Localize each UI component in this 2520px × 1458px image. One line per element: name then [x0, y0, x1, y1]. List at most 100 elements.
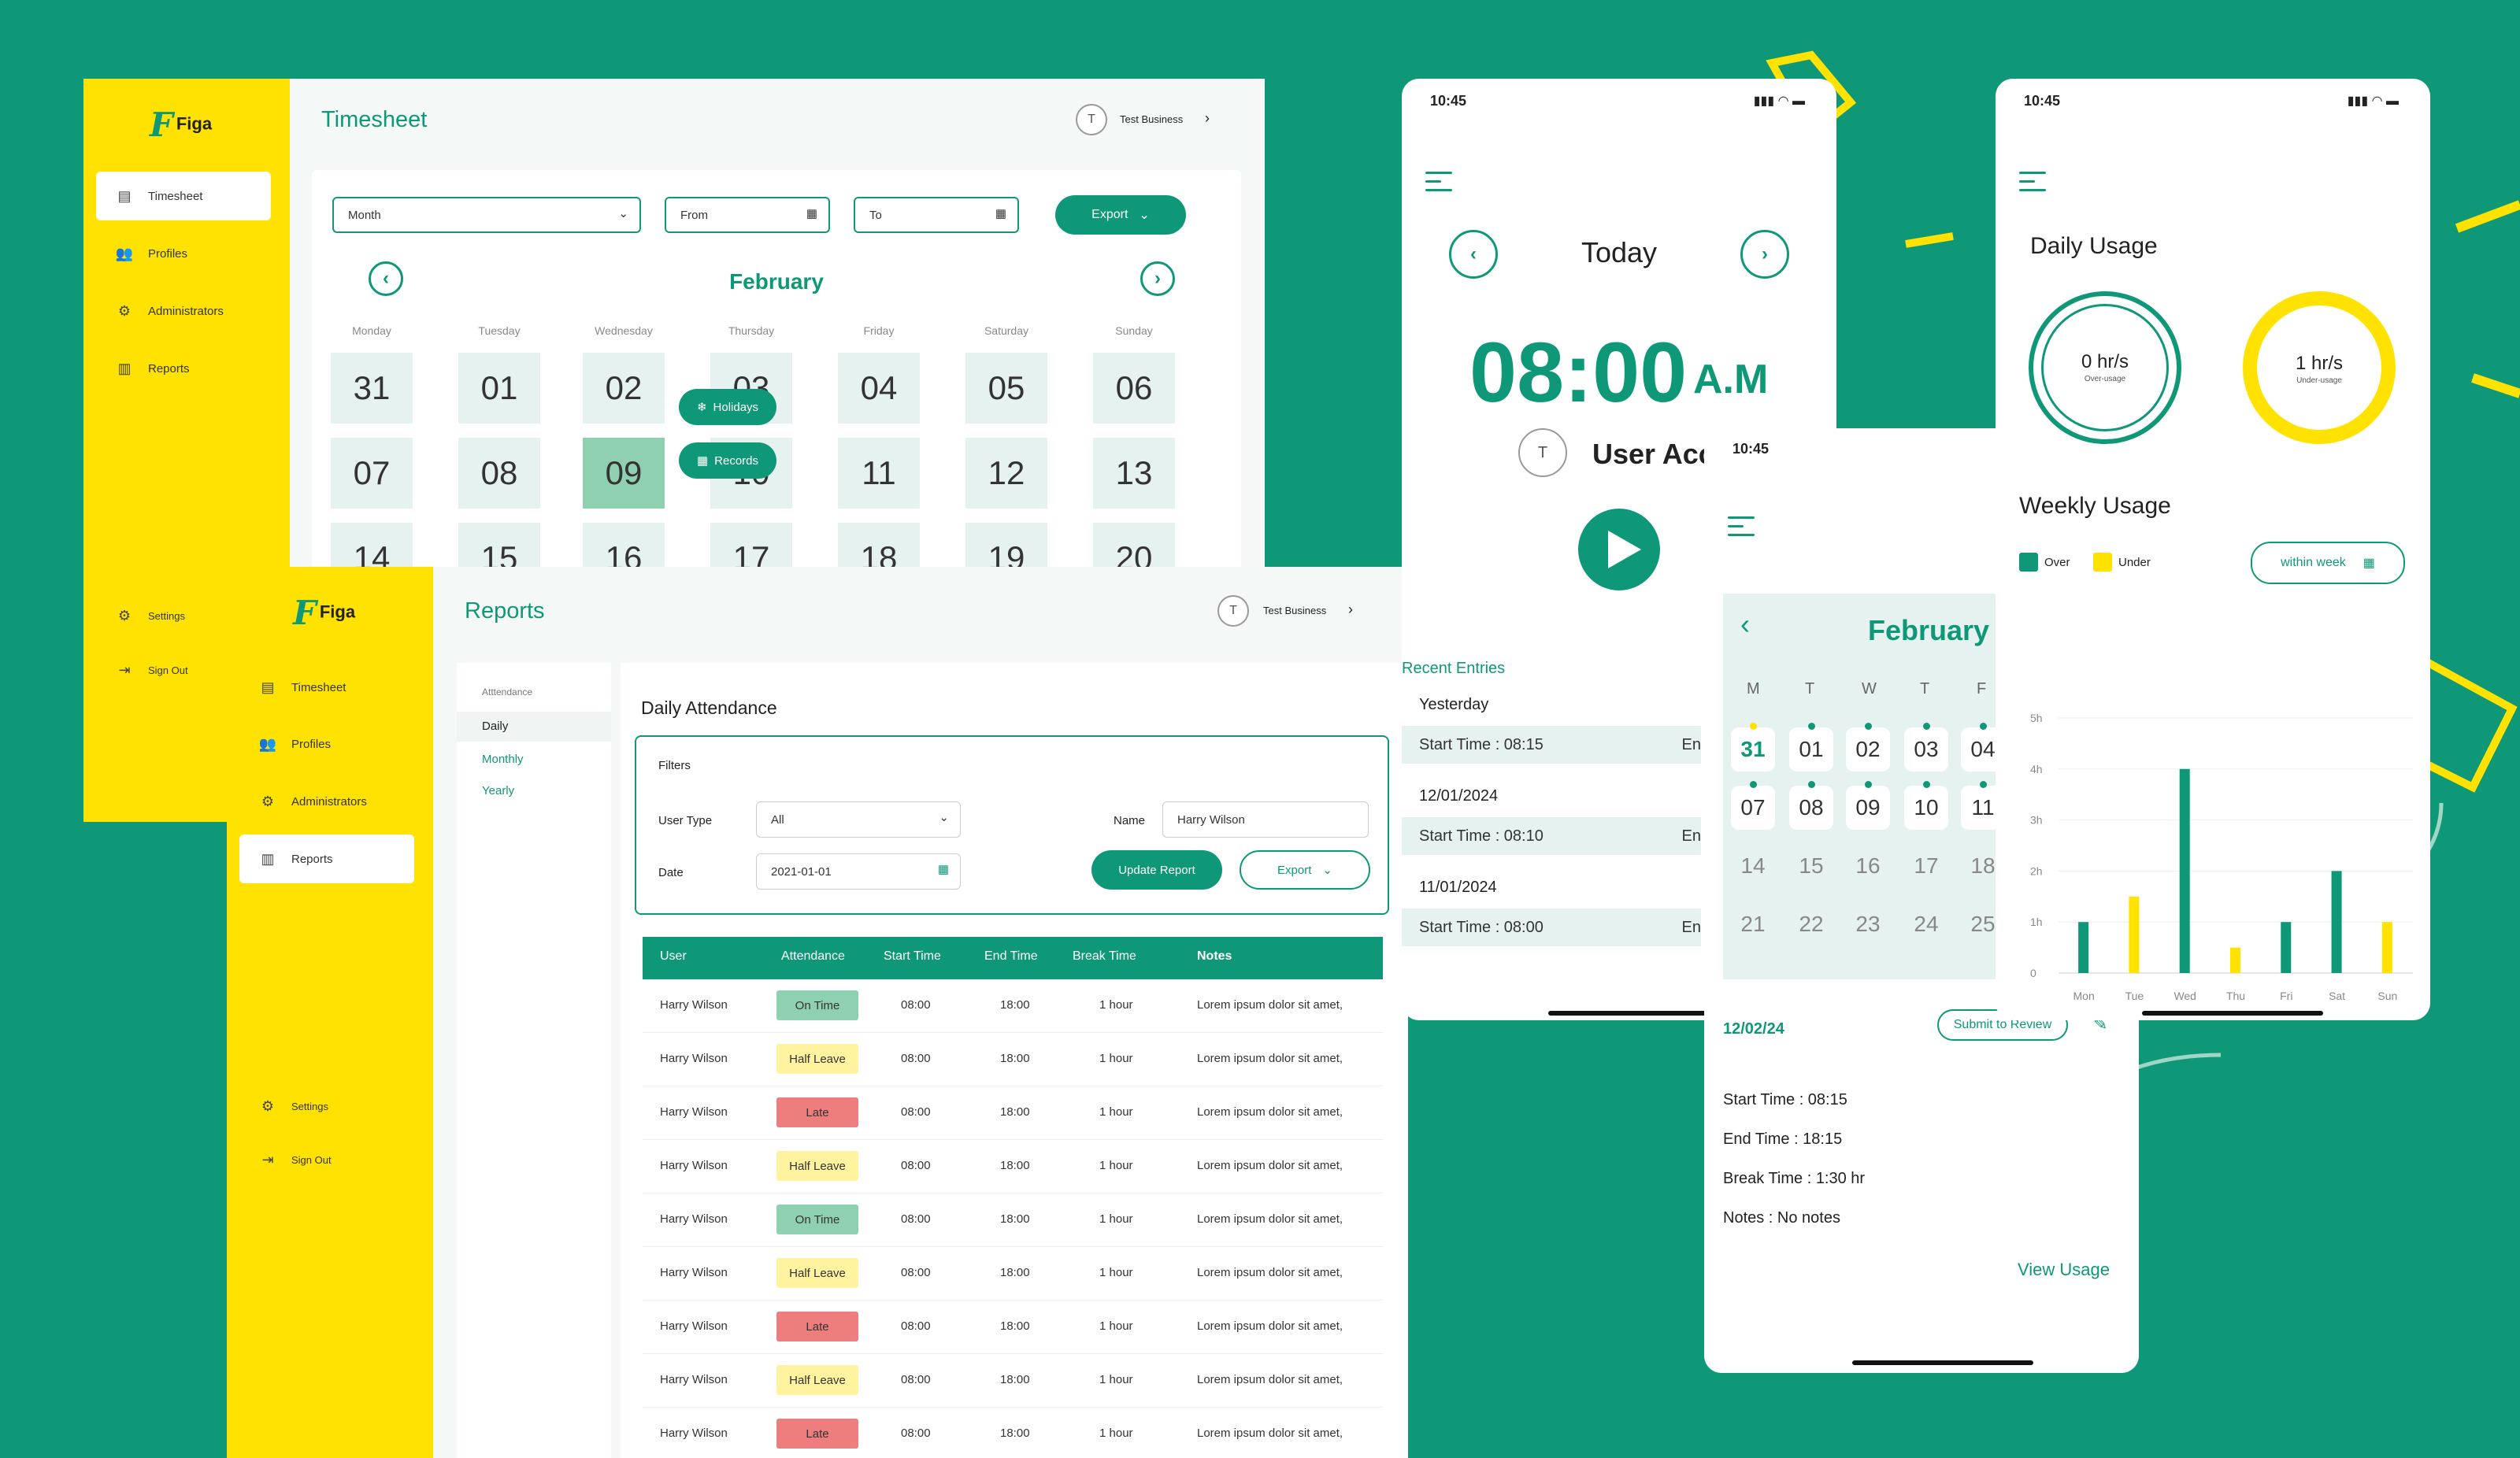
calendar-day[interactable]: 02 — [583, 353, 665, 424]
subnav-item-daily[interactable]: Daily — [457, 712, 611, 742]
sidebar-item-profiles[interactable]: 👥 Profiles — [239, 720, 414, 768]
month-title: February — [729, 269, 824, 294]
next-month-button[interactable]: › — [1140, 261, 1175, 296]
play-button[interactable] — [1578, 509, 1660, 590]
calendar-day[interactable]: 15 — [1789, 844, 1833, 888]
calendar-day[interactable]: 01 — [458, 353, 540, 424]
calendar-day[interactable]: 02 — [1846, 727, 1890, 772]
table-row[interactable]: Harry Wilson On Time 08:00 18:00 1 hour Lorem… — [643, 1193, 1383, 1247]
avatar[interactable]: T — [1217, 595, 1249, 627]
avatar[interactable]: T — [1076, 104, 1107, 135]
calendar-day[interactable]: 01 — [1789, 727, 1833, 772]
cell-start: 08:00 — [901, 1427, 931, 1440]
calendar-day[interactable]: 22 — [1789, 902, 1833, 946]
cell-user: Harry Wilson — [660, 1212, 728, 1226]
settings-icon: ⚙ — [261, 1097, 275, 1114]
calendar-day[interactable]: 31 — [331, 353, 413, 424]
y-tick-label: 0 — [2030, 967, 2036, 979]
figa-logo[interactable]: F Figa — [150, 105, 212, 144]
table-row[interactable]: Harry Wilson Half Leave 08:00 18:00 1 hour Lo… — [643, 1033, 1383, 1086]
sidebar-item-profiles[interactable]: 👥 Profiles — [96, 229, 271, 278]
calendar-day[interactable]: 04 — [838, 353, 920, 424]
calendar-day[interactable]: 31 — [1731, 727, 1775, 772]
table-row[interactable]: Harry Wilson Late 08:00 18:00 1 hour Lorem ip… — [643, 1408, 1383, 1458]
timesheet-icon: ▤ — [117, 187, 132, 204]
calendar-day[interactable]: 08 — [1789, 786, 1833, 830]
table-row[interactable]: Harry Wilson Half Leave 08:00 18:00 1 hour Lo… — [643, 1140, 1383, 1193]
entry-row[interactable]: Start Time : 08:15 En — [1402, 726, 1701, 764]
export-button[interactable]: Export ⌄ — [1240, 850, 1370, 890]
clock-value: 08:00 — [1469, 324, 1688, 420]
records-fab[interactable]: ▦ Records — [679, 442, 776, 479]
sidebar-item-signout[interactable]: ⇥ Sign Out — [239, 1135, 414, 1184]
calendar-day[interactable]: 21 — [1731, 902, 1775, 946]
y-tick-label: 4h — [2030, 763, 2043, 775]
calendar-day[interactable]: 14 — [1731, 844, 1775, 888]
date-field[interactable]: 2021-01-01 ▦ — [756, 853, 961, 890]
table-row[interactable]: Harry Wilson Half Leave 08:00 18:00 1 hour Lo… — [643, 1354, 1383, 1408]
subnav-item-monthly[interactable]: Monthly — [482, 753, 524, 766]
business-name[interactable]: Test Business — [1120, 113, 1183, 125]
holidays-fab[interactable]: ❄ Holidays — [679, 389, 776, 425]
menu-icon[interactable] — [2019, 172, 2046, 198]
business-name[interactable]: Test Business — [1263, 605, 1326, 616]
timesheet-icon: ▤ — [261, 679, 275, 695]
update-report-button[interactable]: Update Report — [1091, 850, 1222, 890]
sidebar-item-reports[interactable]: ▥ Reports — [239, 834, 414, 883]
calendar-day[interactable]: 16 — [1846, 844, 1890, 888]
table-row[interactable]: Harry Wilson Late 08:00 18:00 1 hour Lorem ip… — [643, 1301, 1383, 1354]
table-row[interactable]: Harry Wilson Late 08:00 18:00 1 hour Lorem ip… — [643, 1086, 1383, 1140]
calendar-day[interactable]: 07 — [331, 438, 413, 509]
calendar-day[interactable]: 06 — [1093, 353, 1175, 424]
calendar-day[interactable]: 10 — [1904, 786, 1948, 830]
chevron-right-icon[interactable]: › — [1205, 110, 1210, 127]
day-marker — [1808, 723, 1815, 730]
status-badge: Half Leave — [776, 1258, 858, 1288]
from-date-field[interactable]: From ▦ — [665, 197, 830, 233]
table-row[interactable]: Harry Wilson Half Leave 08:00 18:00 1 hour Lo… — [643, 1247, 1383, 1301]
snowflake-icon: ❄ — [696, 401, 707, 414]
next-day-button[interactable]: › — [1740, 230, 1789, 279]
name-input[interactable]: Harry Wilson — [1162, 801, 1369, 838]
calendar-day[interactable]: 12 — [965, 438, 1047, 509]
calendar-day[interactable]: 09 — [1846, 786, 1890, 830]
status-time: 10:45 — [1430, 93, 1467, 109]
entry-row[interactable]: Start Time : 08:00 En — [1402, 908, 1701, 946]
table-row[interactable]: Harry Wilson On Time 08:00 18:00 1 hour Lorem… — [643, 979, 1383, 1033]
sidebar-item-administrators[interactable]: ⚙ Administrators — [239, 777, 414, 826]
calendar-day[interactable]: 24 — [1904, 902, 1948, 946]
range-select[interactable]: within week ▦ — [2251, 542, 2405, 584]
calendar-day[interactable]: 11 — [838, 438, 920, 509]
view-usage-link[interactable]: View Usage — [2018, 1260, 2110, 1280]
menu-icon[interactable] — [1425, 172, 1452, 198]
export-button[interactable]: Export ⌄ — [1055, 195, 1186, 235]
entry-row[interactable]: Start Time : 08:10 En — [1402, 817, 1701, 855]
calendar-day[interactable]: 13 — [1093, 438, 1175, 509]
subnav-item-yearly[interactable]: Yearly — [482, 784, 514, 797]
menu-icon[interactable] — [1728, 516, 1755, 542]
calendar-day[interactable]: 03 — [1904, 727, 1948, 772]
status-badge: Half Leave — [776, 1365, 858, 1395]
to-date-field[interactable]: To ▦ — [854, 197, 1019, 233]
calendar-day[interactable]: 05 — [965, 353, 1047, 424]
sidebar-item-timesheet[interactable]: ▤ Timesheet — [239, 663, 414, 712]
administrators-icon: ⚙ — [261, 793, 275, 809]
prev-month-button[interactable]: ‹ — [1740, 608, 1750, 641]
sidebar-item-administrators[interactable]: ⚙ Administrators — [96, 287, 271, 335]
calendar-day[interactable]: 23 — [1846, 902, 1890, 946]
chevron-right-icon[interactable]: › — [1348, 601, 1353, 618]
calendar-day[interactable]: 17 — [1904, 844, 1948, 888]
calendar-day[interactable]: 07 — [1731, 786, 1775, 830]
calendar-day[interactable]: 09 — [583, 438, 665, 509]
x-tick-label: Fri — [2280, 990, 2292, 1002]
month-select[interactable]: Month ⌄ — [332, 197, 641, 233]
chevron-down-icon: ⌄ — [1322, 864, 1332, 877]
avatar[interactable]: T — [1518, 428, 1567, 477]
sidebar-item-settings[interactable]: ⚙ Settings — [239, 1082, 414, 1131]
figa-logo[interactable]: F Figa — [293, 594, 355, 632]
user-type-select[interactable]: All ⌄ — [756, 801, 961, 838]
settings-icon: ⚙ — [117, 607, 132, 624]
calendar-day[interactable]: 08 — [458, 438, 540, 509]
sidebar-item-reports[interactable]: ▥ Reports — [96, 344, 271, 393]
sidebar-item-timesheet[interactable]: ▤ Timesheet — [96, 172, 271, 220]
